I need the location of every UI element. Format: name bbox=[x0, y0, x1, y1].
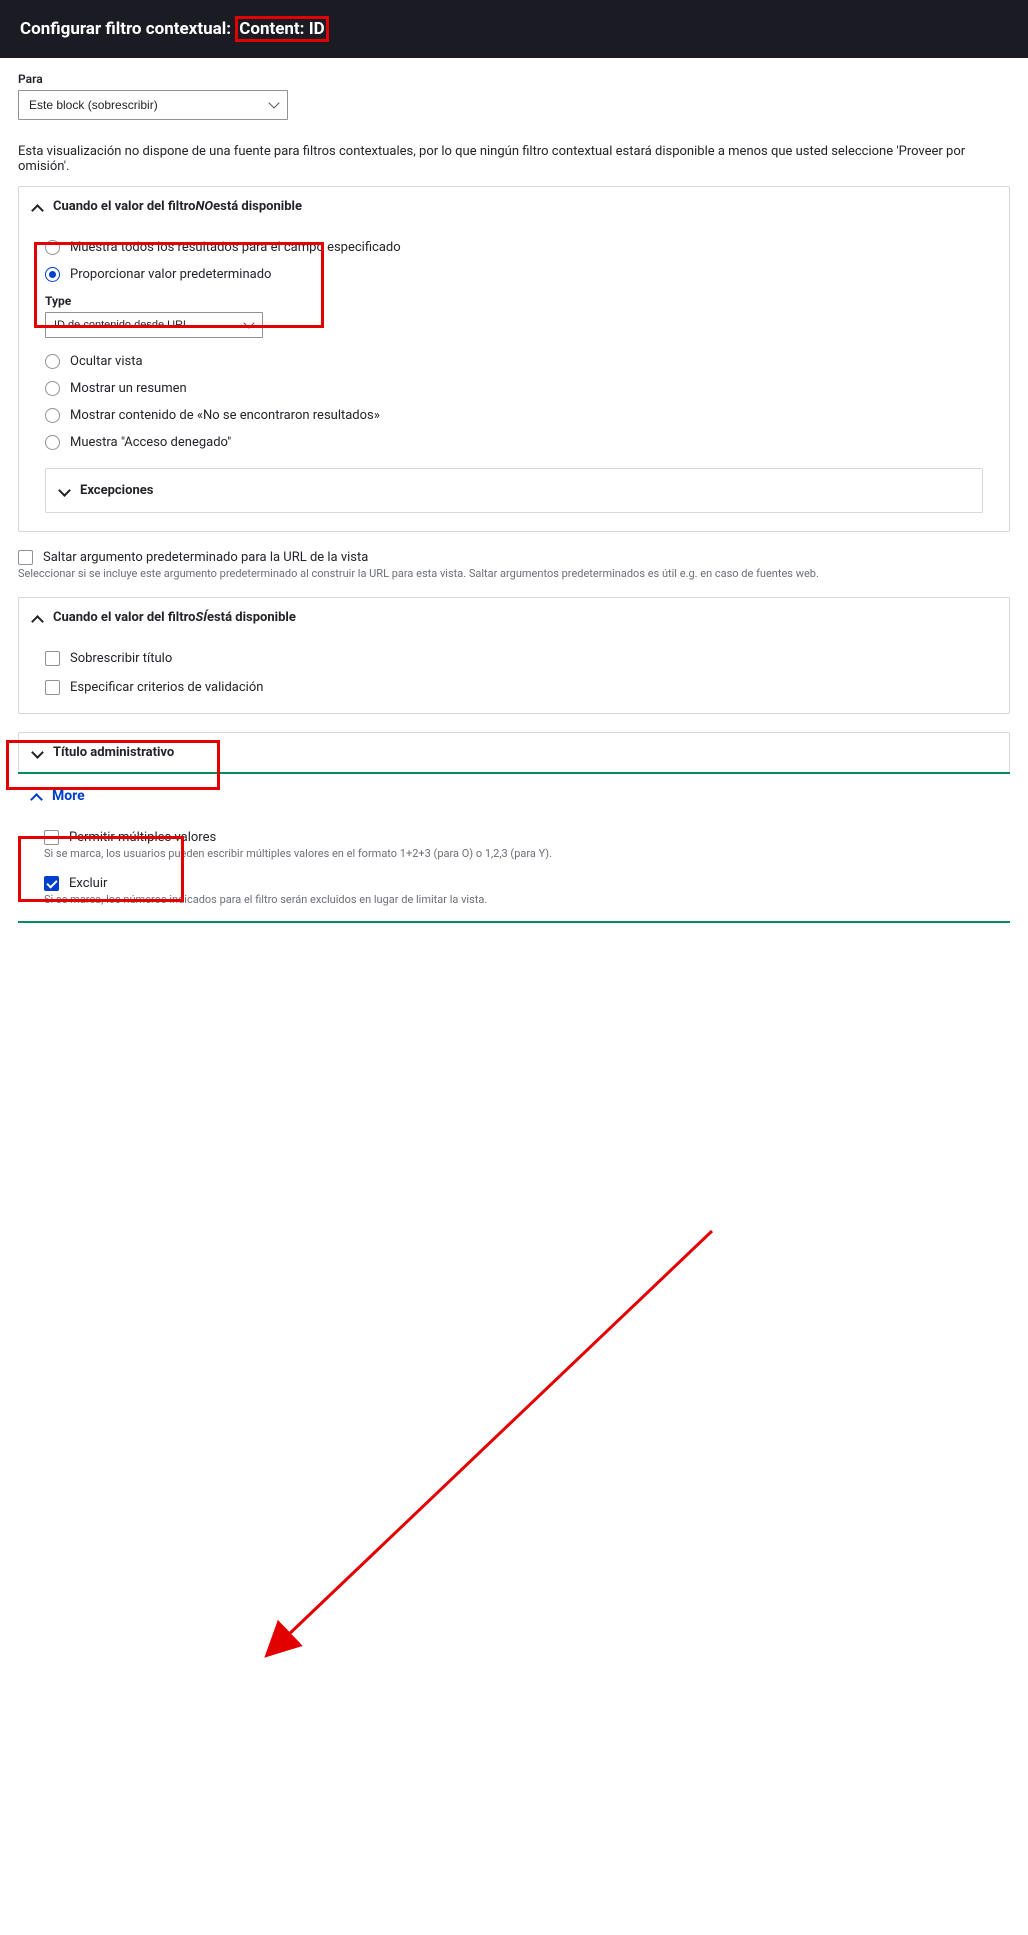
overwrite-title-label: Sobrescribir título bbox=[70, 651, 172, 666]
checkbox-icon bbox=[45, 651, 60, 666]
dialog-title-highlight: Content: ID bbox=[235, 16, 329, 42]
checkbox-icon bbox=[45, 680, 60, 695]
panel-admin-title: Título administrativo bbox=[18, 732, 1010, 772]
radio-icon bbox=[45, 354, 60, 369]
exceptions-title: Excepciones bbox=[80, 483, 153, 498]
para-label: Para bbox=[18, 72, 1010, 86]
radio-show-all-label: Muestra todos los resultados para el cam… bbox=[70, 240, 401, 255]
exclude-label: Excluir bbox=[69, 876, 107, 891]
radio-access-denied-label: Muestra "Acceso denegado" bbox=[70, 435, 231, 450]
radio-icon bbox=[45, 408, 60, 423]
chevron-up-icon bbox=[33, 202, 43, 212]
radio-hide-view[interactable]: Ocultar vista bbox=[45, 354, 983, 369]
radio-provide-default-label: Proporcionar valor predeterminado bbox=[70, 267, 271, 282]
checkbox-allow-multiple[interactable]: Permitir múltiples valores bbox=[44, 830, 984, 845]
more-header[interactable]: More bbox=[18, 774, 1010, 818]
skip-help: Seleccionar si se incluye este argumento… bbox=[18, 567, 1010, 581]
checkbox-icon bbox=[44, 830, 59, 845]
chevron-up-icon bbox=[32, 791, 42, 801]
radio-no-results-label: Mostrar contenido de «No se encontraron … bbox=[70, 408, 380, 423]
radio-hide-view-label: Ocultar vista bbox=[70, 354, 143, 369]
panel-title-pre: Cuando el valor del filtro bbox=[53, 199, 196, 214]
radio-provide-default[interactable]: Proporcionar valor predeterminado bbox=[45, 267, 983, 282]
admin-title-header[interactable]: Título administrativo bbox=[19, 733, 1009, 772]
skip-label: Saltar argumento predeterminado para la … bbox=[43, 550, 368, 565]
panel-filter-not-available: Cuando el valor del filtro NO está dispo… bbox=[18, 186, 1010, 532]
panel-more: More Permitir múltiples valores Si se ma… bbox=[18, 772, 1010, 923]
panel-not-available-header[interactable]: Cuando el valor del filtro NO está dispo… bbox=[19, 187, 1009, 226]
skip-default-argument[interactable]: Saltar argumento predeterminado para la … bbox=[18, 550, 1010, 565]
radio-icon bbox=[45, 435, 60, 450]
radio-icon bbox=[45, 267, 60, 282]
dialog-header: Configurar filtro contextual: Content: I… bbox=[0, 0, 1028, 58]
info-text: Esta visualización no dispone de una fue… bbox=[18, 144, 1010, 174]
admin-title-label: Título administrativo bbox=[53, 745, 174, 760]
panel-title-post: está disponible bbox=[213, 199, 302, 214]
panel-yes-title-pre: Cuando el valor del filtro bbox=[53, 610, 196, 625]
chevron-down-icon bbox=[33, 748, 43, 758]
checkbox-overwrite-title[interactable]: Sobrescribir título bbox=[45, 651, 983, 666]
checkbox-validate[interactable]: Especificar criterios de validación bbox=[45, 680, 983, 695]
radio-summary[interactable]: Mostrar un resumen bbox=[45, 381, 983, 396]
annotation-arrow bbox=[0, 941, 1028, 1935]
panel-yes-title-post: está disponible bbox=[207, 610, 296, 625]
type-select[interactable]: ID de contenido desde URL bbox=[45, 312, 263, 338]
panel-yes-title-em: SÍ bbox=[196, 610, 207, 625]
radio-icon bbox=[45, 381, 60, 396]
allow-multiple-help: Si se marca, los usuarios pueden escribi… bbox=[44, 847, 984, 861]
radio-no-results[interactable]: Mostrar contenido de «No se encontraron … bbox=[45, 408, 983, 423]
radio-icon bbox=[45, 240, 60, 255]
exclude-help: Si se marca, los números indicados para … bbox=[44, 893, 984, 907]
checkbox-exclude[interactable]: Excluir bbox=[44, 876, 984, 891]
radio-show-all[interactable]: Muestra todos los resultados para el cam… bbox=[45, 240, 983, 255]
panel-filter-available: Cuando el valor del filtro SÍ está dispo… bbox=[18, 597, 1010, 714]
panel-title-em: NO bbox=[196, 199, 214, 214]
radio-access-denied[interactable]: Muestra "Acceso denegado" bbox=[45, 435, 983, 450]
type-label: Type bbox=[45, 294, 983, 308]
chevron-down-icon bbox=[60, 486, 70, 496]
exceptions-header[interactable]: Excepciones bbox=[46, 469, 982, 512]
dialog-title-prefix: Configurar filtro contextual: bbox=[20, 19, 231, 39]
exceptions-panel: Excepciones bbox=[45, 468, 983, 513]
checkbox-icon bbox=[44, 876, 59, 891]
allow-multiple-label: Permitir múltiples valores bbox=[69, 830, 216, 845]
more-title: More bbox=[52, 788, 85, 804]
para-select[interactable]: Este block (sobrescribir) bbox=[18, 90, 288, 120]
chevron-up-icon bbox=[33, 613, 43, 623]
radio-summary-label: Mostrar un resumen bbox=[70, 381, 187, 396]
panel-available-header[interactable]: Cuando el valor del filtro SÍ está dispo… bbox=[19, 598, 1009, 637]
checkbox-icon bbox=[18, 550, 33, 565]
validate-label: Especificar criterios de validación bbox=[70, 680, 263, 695]
